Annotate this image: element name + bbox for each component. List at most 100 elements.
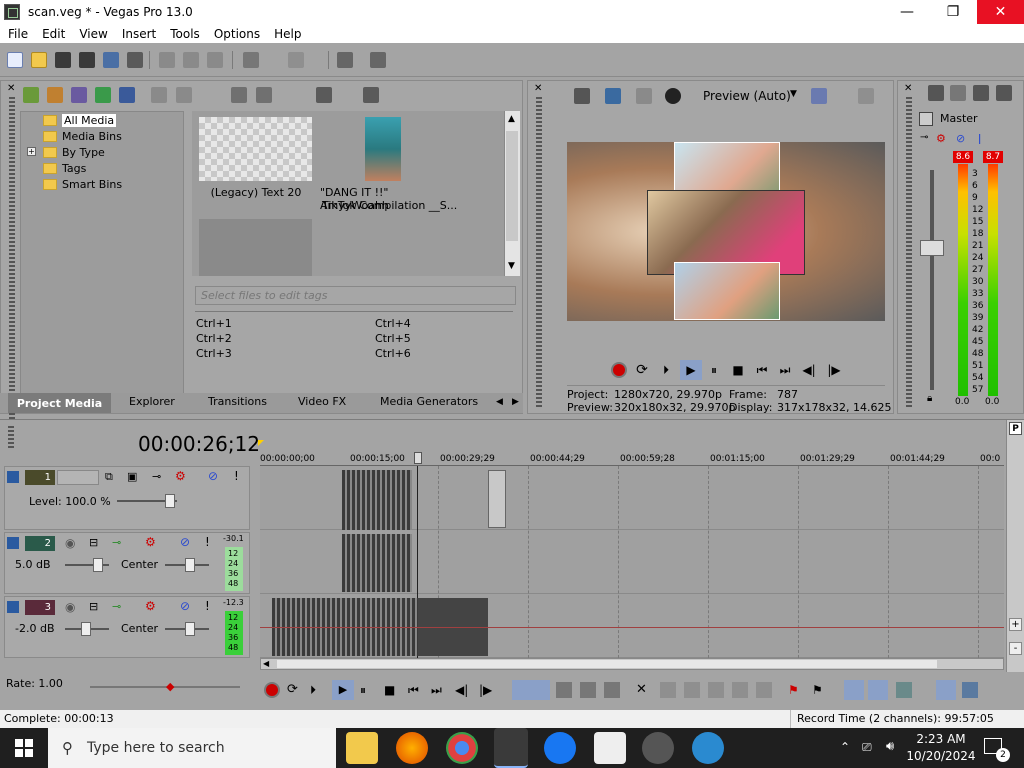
properties-icon[interactable] — [127, 52, 143, 68]
track-header-audio-3[interactable]: 3 ◉ ⊟ ⊸ ⚙ ⊘ ! -12.3 12 24 36 48 -2.0 dB … — [4, 596, 250, 658]
pan-slider-handle[interactable] — [185, 622, 195, 636]
track-header-audio-2[interactable]: 2 ◉ ⊟ ⊸ ⚙ ⊘ ! -30.1 12 24 36 48 5.0 dB C… — [4, 532, 250, 594]
7zip-icon[interactable] — [594, 732, 626, 764]
volume-slider-handle[interactable] — [93, 558, 103, 572]
whats-this-help-icon[interactable] — [370, 52, 386, 68]
media-play-icon[interactable] — [231, 87, 247, 103]
arm-record-icon[interactable]: ◉ — [65, 600, 75, 614]
render-icon[interactable] — [103, 52, 119, 68]
text-clip[interactable] — [488, 470, 506, 528]
search-icon[interactable] — [363, 87, 379, 103]
trim-start-icon[interactable] — [684, 682, 700, 698]
snapping-icon[interactable] — [936, 680, 956, 700]
split-icon[interactable] — [732, 682, 748, 698]
solo-icon[interactable]: ! — [205, 535, 210, 549]
enable-snapping-icon[interactable] — [337, 52, 353, 68]
tab-project-media[interactable]: Project Media — [8, 393, 111, 413]
go-to-end-icon[interactable]: ⏭ — [777, 362, 793, 378]
clock-date[interactable]: 10/20/2024 — [905, 749, 977, 763]
solo-icon[interactable]: ǀ — [978, 132, 981, 145]
fx-gear-icon[interactable]: ⚙ — [145, 535, 156, 549]
preview-quality-icon[interactable] — [665, 88, 681, 104]
tag-shortcut[interactable]: Ctrl+3 — [196, 347, 232, 360]
insert-region-icon[interactable]: ⚑ — [812, 682, 828, 698]
menu-file[interactable]: File — [0, 27, 34, 41]
loop-icon[interactable]: ⟳ — [634, 362, 650, 378]
master-fader-handle[interactable] — [920, 240, 944, 256]
envelope-tool-icon[interactable] — [556, 682, 572, 698]
remove-media-icon[interactable] — [151, 87, 167, 103]
mute-icon[interactable]: ⊘ — [180, 599, 190, 613]
media-thumb-video[interactable] — [365, 117, 401, 181]
zoom-tool-icon[interactable] — [604, 682, 620, 698]
insert-fx-icon[interactable]: ⊸ — [112, 536, 121, 549]
lock-icon[interactable]: 🔒︎ — [927, 393, 932, 404]
tag-shortcut[interactable]: Ctrl+6 — [375, 347, 411, 360]
fx-gear-icon[interactable]: ⚙ — [145, 599, 156, 613]
capture-video-icon[interactable] — [47, 87, 63, 103]
auto-crossfade-icon[interactable] — [896, 682, 912, 698]
video-clip[interactable] — [342, 470, 412, 530]
previous-frame-icon[interactable]: ◀| — [455, 682, 471, 698]
rate-slider-handle[interactable]: ◆ — [166, 680, 174, 693]
views-icon[interactable] — [316, 87, 332, 103]
media-thumb-blank[interactable] — [199, 219, 312, 276]
level-slider-handle[interactable] — [165, 494, 175, 508]
save-icon[interactable] — [55, 52, 71, 68]
auto-ripple-icon[interactable] — [844, 680, 864, 700]
close-button[interactable]: ✕ — [977, 0, 1024, 24]
tab-explorer[interactable]: Explorer — [129, 395, 175, 408]
overlays-icon[interactable] — [811, 88, 827, 104]
stop-icon[interactable]: ■ — [730, 362, 746, 378]
arm-record-icon[interactable]: ◉ — [65, 536, 75, 550]
go-to-end-icon[interactable]: ⏭ — [431, 682, 447, 698]
trim-icon[interactable] — [660, 682, 676, 698]
insert-fx-icon[interactable]: ⊸ — [112, 600, 121, 613]
menu-help[interactable]: Help — [266, 27, 307, 41]
facebook-icon[interactable] — [544, 732, 576, 764]
play-icon[interactable]: ▶ — [332, 680, 354, 700]
mute-icon[interactable]: ⊘ — [956, 132, 965, 145]
pause-icon[interactable]: ⏸ — [360, 682, 376, 698]
track-drag-icon[interactable] — [7, 471, 19, 483]
clock-time[interactable]: 2:23 AM — [912, 732, 970, 746]
audio-clip-2[interactable] — [342, 534, 412, 592]
scroll-down-icon[interactable]: ▼ — [508, 261, 515, 271]
track-name-field[interactable] — [57, 470, 99, 485]
tag-shortcut[interactable]: Ctrl+2 — [196, 332, 232, 345]
tree-item-tags[interactable]: Tags — [43, 160, 86, 176]
zoom-in-vertical-button[interactable]: + — [1009, 618, 1022, 631]
panel-close-icon[interactable]: ✕ — [904, 83, 912, 94]
downmix-icon[interactable] — [950, 85, 966, 101]
external-monitor-icon[interactable] — [605, 88, 621, 104]
h-scroll-thumb[interactable] — [277, 660, 937, 668]
scroll-thumb[interactable] — [506, 131, 518, 241]
selection-tool-icon[interactable] — [580, 682, 596, 698]
firefox-icon[interactable] — [396, 732, 428, 764]
menu-edit[interactable]: Edit — [34, 27, 71, 41]
minimize-button[interactable]: — — [884, 0, 930, 24]
media-thumb-text[interactable] — [199, 117, 312, 181]
timeline-horizontal-scrollbar[interactable]: ◀ — [260, 658, 1004, 670]
tab-media-generators[interactable]: Media Generators — [380, 395, 478, 408]
solo-icon[interactable]: ! — [205, 599, 210, 613]
file-explorer-icon[interactable] — [346, 732, 378, 764]
compositing-mode-icon[interactable]: ▣ — [127, 470, 137, 483]
scroll-up-icon[interactable]: ▲ — [508, 114, 515, 124]
fx-gear-icon[interactable]: ⚙ — [175, 469, 186, 483]
timeline-vertical-scrollbar[interactable]: P + - — [1006, 420, 1024, 672]
tree-item-all-media[interactable]: All Media — [43, 112, 117, 128]
show-hidden-icons[interactable]: ⌃ — [840, 740, 850, 754]
mute-icon[interactable]: ⊘ — [180, 535, 190, 549]
next-frame-icon[interactable]: |▶ — [826, 362, 842, 378]
ignore-grouping-icon[interactable] — [962, 682, 978, 698]
redo-icon[interactable] — [288, 52, 304, 68]
open-folder-icon[interactable] — [31, 52, 47, 68]
chrome-icon[interactable] — [446, 732, 478, 764]
get-media-web-icon[interactable] — [71, 87, 87, 103]
menu-options[interactable]: Options — [206, 27, 266, 41]
maximize-button[interactable]: ❐ — [930, 0, 976, 24]
trim-end-icon[interactable] — [708, 682, 724, 698]
menu-tools[interactable]: Tools — [162, 27, 206, 41]
media-properties-icon[interactable] — [176, 87, 192, 103]
